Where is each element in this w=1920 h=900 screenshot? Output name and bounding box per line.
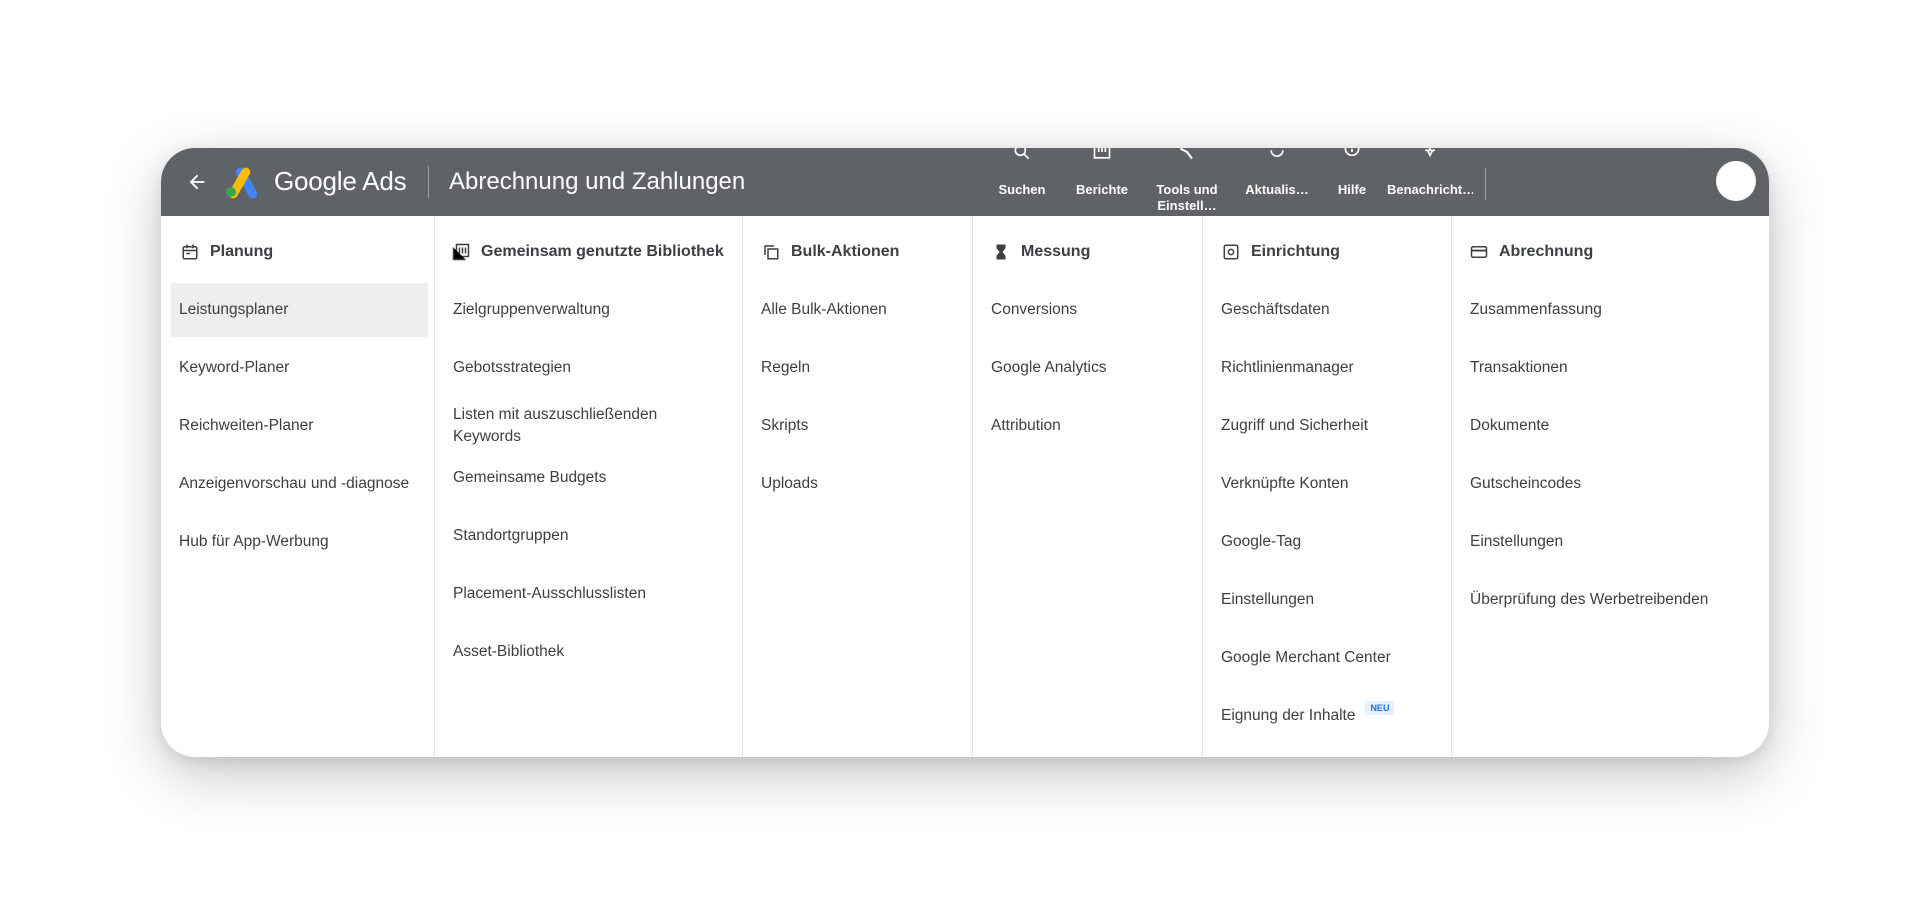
menu-item-regeln[interactable]: Regeln <box>753 341 966 395</box>
tools-settings-button[interactable]: Tools und Einstell… <box>1145 148 1229 216</box>
arrow-back-icon <box>189 174 205 190</box>
menu-item-gutscheincodes[interactable]: Gutscheincodes <box>1462 457 1763 511</box>
toolbar-divider <box>1485 168 1486 200</box>
menu-item-leistungsplaner[interactable]: Leistungsplaner <box>171 283 428 337</box>
reports-label: Berichte <box>1075 182 1129 197</box>
menu-item-alle-bulk-aktionen[interactable]: Alle Bulk-Aktionen <box>753 283 966 337</box>
back-button[interactable] <box>179 164 215 200</box>
column-heading: Messung <box>991 239 1090 265</box>
menu-item-richtlinienmanager[interactable]: Richtlinienmanager <box>1213 341 1445 395</box>
menu-column-messung: Messung Conversions Google Analytics Att… <box>973 216 1203 757</box>
menu-item-gemeinsame-budgets[interactable]: Gemeinsame Budgets <box>445 451 736 505</box>
reports-button[interactable]: Berichte <box>1067 148 1137 216</box>
menu-item-einstellungen-abrechnung[interactable]: Einstellungen <box>1462 515 1763 569</box>
column-heading-text: Planung <box>210 243 274 260</box>
column-heading-text: Abrechnung <box>1499 243 1594 260</box>
menu-item-geschaeftsdaten[interactable]: Geschäftsdaten <box>1213 283 1445 337</box>
search-button[interactable]: Suchen <box>987 148 1057 216</box>
search-label: Suchen <box>998 182 1046 197</box>
wrench-icon <box>1179 148 1193 160</box>
column-heading: Einrichtung <box>1221 239 1340 265</box>
column-heading-text: Einrichtung <box>1251 243 1340 260</box>
menu-item-uploads[interactable]: Uploads <box>753 457 966 511</box>
copy-icon <box>761 242 781 262</box>
google-ads-window: Google Ads Abrechnung und Zahlungen Such… <box>161 148 1769 757</box>
menu-item-google-tag[interactable]: Google-Tag <box>1213 515 1445 569</box>
column-heading-text: Bulk-Aktionen <box>791 243 900 260</box>
menu-item-asset-bibliothek[interactable]: Asset-Bibliothek <box>445 625 736 679</box>
tools-menu: Planung Leistungsplaner Keyword-Planer R… <box>161 216 1769 757</box>
menu-item-gebotsstrategien[interactable]: Gebotsstrategien <box>445 341 736 395</box>
menu-item-transaktionen[interactable]: Transaktionen <box>1462 341 1763 395</box>
column-heading: Abrechnung <box>1469 239 1593 265</box>
menu-item-placement-ausschlusslisten[interactable]: Placement-Ausschlusslisten <box>445 567 736 621</box>
header-divider <box>428 166 429 198</box>
menu-column-bibliothek: Gemeinsam genutzte Bibliothek Zielgruppe… <box>435 216 743 757</box>
column-heading: Gemeinsam genutzte Bibliothek <box>451 239 724 265</box>
brand-name: Google Ads <box>274 166 407 196</box>
column-heading: Planung <box>180 239 273 265</box>
bell-icon <box>1425 148 1435 158</box>
menu-item-standortgruppen[interactable]: Standortgruppen <box>445 509 736 563</box>
menu-item-einstellungen-einrichtung[interactable]: Einstellungen <box>1213 573 1445 627</box>
tools-settings-label: Tools und Einstell… <box>1156 182 1218 212</box>
reports-icon <box>1093 148 1111 159</box>
column-heading: Bulk-Aktionen <box>761 239 899 265</box>
calendar-icon <box>180 242 200 262</box>
menu-item-zusammenfassung[interactable]: Zusammenfassung <box>1462 283 1763 337</box>
column-heading-text: Gemeinsam genutzte Bibliothek <box>481 243 724 260</box>
hourglass-icon <box>991 242 1011 262</box>
menu-column-abrechnung: Abrechnung Zusammenfassung Transaktionen… <box>1452 216 1769 757</box>
menu-column-planung: Planung Leistungsplaner Keyword-Planer R… <box>161 216 435 757</box>
top-app-bar: Google Ads Abrechnung und Zahlungen Such… <box>161 148 1769 216</box>
menu-item-dokumente[interactable]: Dokumente <box>1462 399 1763 453</box>
help-label: Hilfe <box>1337 182 1367 197</box>
refresh-icon <box>1270 150 1284 157</box>
help-icon <box>1344 148 1360 157</box>
menu-item-attribution[interactable]: Attribution <box>983 399 1196 453</box>
help-button[interactable]: Hilfe <box>1325 148 1379 216</box>
menu-item-ausschluss-keywords[interactable]: Listen mit auszuschließenden Keywords <box>445 399 702 453</box>
new-badge: NEU <box>1365 701 1395 715</box>
menu-item-verknuepfte-konten[interactable]: Verknüpfte Konten <box>1213 457 1445 511</box>
settings-box-icon <box>1221 242 1241 262</box>
account-avatar[interactable] <box>1716 161 1756 201</box>
notifications-button[interactable]: Benachricht… <box>1387 148 1473 216</box>
google-ads-logo-icon <box>226 167 258 199</box>
search-icon <box>1014 148 1030 160</box>
library-icon <box>451 242 471 262</box>
menu-item-zugriff-sicherheit[interactable]: Zugriff und Sicherheit <box>1213 399 1445 453</box>
refresh-button[interactable]: Aktualis… <box>1237 148 1317 216</box>
column-heading-text: Messung <box>1021 243 1091 260</box>
menu-item-google-analytics[interactable]: Google Analytics <box>983 341 1196 395</box>
page-title: Abrechnung und Zahlungen <box>449 168 746 195</box>
menu-item-zielgruppenverwaltung[interactable]: Zielgruppenverwaltung <box>445 283 736 337</box>
menu-column-bulk-aktionen: Bulk-Aktionen Alle Bulk-Aktionen Regeln … <box>743 216 973 757</box>
menu-item-ueberpruefung-werbetreibender[interactable]: Überprüfung des Werbetreibenden <box>1462 573 1763 627</box>
menu-item-merchant-center[interactable]: Google Merchant Center <box>1213 631 1445 685</box>
notifications-label: Benachricht… <box>1387 182 1473 197</box>
menu-item-skripts[interactable]: Skripts <box>753 399 966 453</box>
refresh-label: Aktualis… <box>1245 182 1309 197</box>
menu-item-conversions[interactable]: Conversions <box>983 283 1196 337</box>
credit-card-icon <box>1469 242 1489 262</box>
menu-item-app-werbung[interactable]: Hub für App-Werbung <box>171 515 428 569</box>
menu-item-anzeigenvorschau[interactable]: Anzeigenvorschau und -diagnose <box>171 457 428 511</box>
menu-item-reichweiten-planer[interactable]: Reichweiten-Planer <box>171 399 428 453</box>
menu-column-einrichtung: Einrichtung Geschäftsdaten Richtlinienma… <box>1203 216 1452 757</box>
menu-item-eignung-inhalte[interactable]: Eignung der Inhalte NEU <box>1213 689 1445 743</box>
menu-item-keyword-planer[interactable]: Keyword-Planer <box>171 341 428 395</box>
